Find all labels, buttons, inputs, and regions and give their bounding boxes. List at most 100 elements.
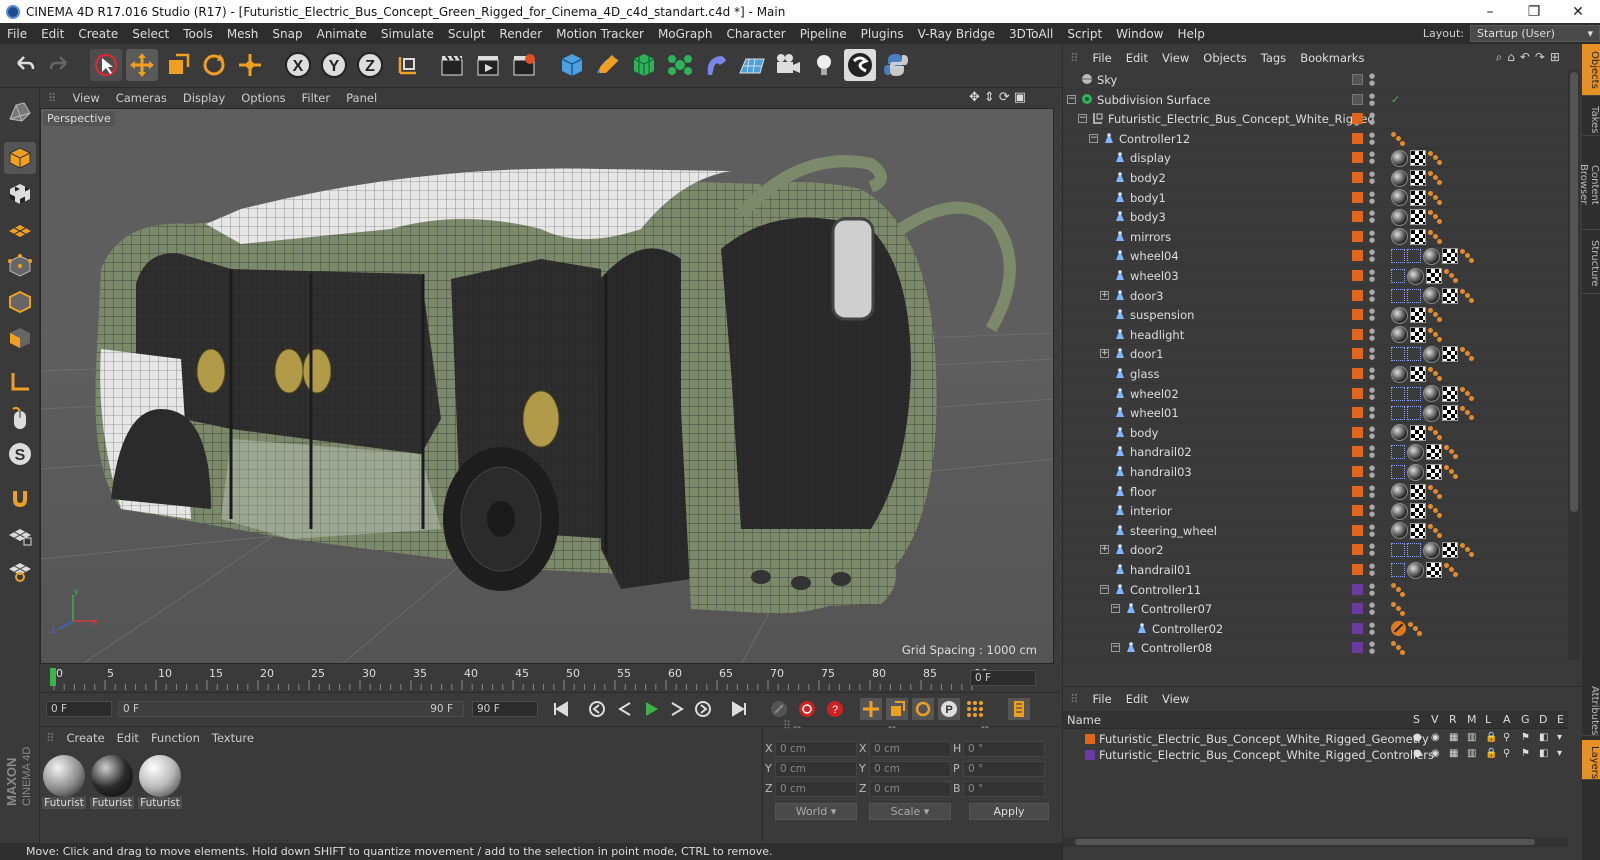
layer-color-swatch[interactable] bbox=[1352, 485, 1363, 497]
ik-tag-icon[interactable] bbox=[1391, 131, 1405, 146]
layer-color-swatch[interactable] bbox=[1352, 270, 1363, 281]
menu-motion-tracker[interactable]: Motion Tracker bbox=[549, 27, 651, 41]
material-swatch[interactable]: Futurist bbox=[90, 755, 134, 811]
object-name[interactable]: Controller07 bbox=[1141, 602, 1212, 616]
layer-color-swatch[interactable] bbox=[1352, 211, 1363, 223]
object-row[interactable]: − Controller11 ● ● bbox=[1063, 580, 1568, 600]
layer-horizontal-scrollbar[interactable] bbox=[1063, 837, 1568, 847]
ik-tag-icon[interactable] bbox=[1460, 386, 1474, 401]
ik-tag-icon[interactable] bbox=[1428, 190, 1442, 205]
menu-animate[interactable]: Animate bbox=[310, 27, 374, 41]
uvw-tag-icon[interactable] bbox=[1410, 522, 1426, 539]
cube-primitive-button[interactable] bbox=[556, 49, 588, 81]
visibility-dots-icon[interactable]: ● ● bbox=[1369, 425, 1375, 440]
object-name[interactable]: Sky bbox=[1097, 73, 1117, 87]
layer-column-v[interactable]: V bbox=[1431, 713, 1439, 726]
selection-tag-icon[interactable] bbox=[1407, 249, 1421, 264]
light-button[interactable] bbox=[808, 49, 840, 81]
layer-color-swatch[interactable] bbox=[1352, 505, 1363, 517]
coord-value-field[interactable]: 0 ° bbox=[963, 781, 1045, 797]
layer-color-swatch[interactable] bbox=[1352, 544, 1363, 556]
object-name[interactable]: Controller02 bbox=[1152, 622, 1223, 636]
layer-column-a[interactable]: A bbox=[1503, 713, 1511, 726]
uvw-tag-icon[interactable] bbox=[1410, 150, 1426, 167]
texture-tag-icon[interactable] bbox=[1423, 404, 1440, 422]
viewport-menu-display[interactable]: Display bbox=[175, 91, 233, 105]
selection-tag-icon[interactable] bbox=[1391, 386, 1405, 401]
menu-mograph[interactable]: MoGraph bbox=[651, 27, 720, 41]
key-rotation-button[interactable] bbox=[912, 698, 934, 720]
selection-tag-icon[interactable] bbox=[1391, 563, 1405, 577]
object-row[interactable]: − Controller08 ● ● bbox=[1063, 638, 1568, 659]
key-scale-button[interactable] bbox=[886, 698, 908, 720]
collapse-icon[interactable]: − bbox=[1111, 604, 1120, 614]
next-keyframe-button[interactable] bbox=[692, 698, 714, 720]
layer-toggle-icon[interactable]: ▦ bbox=[1449, 732, 1458, 743]
object-row[interactable]: steering_wheel ● ● bbox=[1063, 521, 1568, 541]
layer-color-swatch[interactable] bbox=[1352, 152, 1363, 164]
rotate-tool-button[interactable] bbox=[198, 49, 230, 81]
layer-column-l[interactable]: L bbox=[1485, 713, 1491, 726]
object-row[interactable]: body2 ● ● bbox=[1063, 168, 1568, 188]
visibility-dots-icon[interactable]: ● ● bbox=[1369, 190, 1375, 205]
object-row[interactable]: handrail03 ● ● bbox=[1063, 462, 1568, 482]
objects-menu-objects[interactable]: Objects bbox=[1196, 51, 1253, 65]
menu-pipeline[interactable]: Pipeline bbox=[793, 27, 854, 41]
selection-tag-icon[interactable] bbox=[1407, 386, 1421, 401]
object-row[interactable]: − Controller07 ● ● bbox=[1063, 599, 1568, 620]
layer-color-swatch[interactable] bbox=[1352, 250, 1363, 262]
visibility-dots-icon[interactable]: ● ● bbox=[1369, 131, 1375, 146]
key-parameter-button[interactable]: P bbox=[938, 698, 960, 720]
ik-tag-icon[interactable] bbox=[1391, 582, 1405, 597]
uvw-tag-icon[interactable] bbox=[1426, 562, 1442, 578]
menu-create[interactable]: Create bbox=[71, 27, 125, 41]
visibility-dots-icon[interactable]: ● ● bbox=[1369, 367, 1375, 381]
visibility-dots-icon[interactable]: ● ● bbox=[1369, 543, 1375, 557]
autokey-button[interactable]: ? bbox=[824, 698, 846, 720]
ik-tag-icon[interactable] bbox=[1428, 229, 1442, 244]
layer-toggle-icon[interactable]: ▥ bbox=[1467, 732, 1476, 743]
object-row[interactable]: headlight ● ● bbox=[1063, 325, 1568, 345]
menu-help[interactable]: Help bbox=[1170, 27, 1211, 41]
viewport-menu-filter[interactable]: Filter bbox=[294, 91, 338, 105]
texture-tag-icon[interactable] bbox=[1423, 541, 1440, 559]
menu-window[interactable]: Window bbox=[1109, 27, 1170, 41]
texture-tag-icon[interactable] bbox=[1391, 228, 1408, 246]
uvw-tag-icon[interactable] bbox=[1426, 444, 1442, 461]
planar-workplane-button[interactable] bbox=[4, 554, 36, 586]
object-name[interactable]: display bbox=[1130, 151, 1171, 165]
side-tab-attributes[interactable]: Attributes bbox=[1582, 680, 1600, 736]
texture-tag-icon[interactable] bbox=[1391, 208, 1408, 226]
texture-tag-icon[interactable] bbox=[1407, 561, 1424, 579]
object-row[interactable]: wheel03 ● ● bbox=[1063, 266, 1568, 286]
menu-render[interactable]: Render bbox=[492, 27, 549, 41]
points-mode-button[interactable] bbox=[4, 250, 36, 282]
enable-snap-button[interactable] bbox=[4, 482, 36, 514]
object-name[interactable]: wheel04 bbox=[1130, 249, 1179, 263]
layer-column-e[interactable]: E bbox=[1557, 713, 1564, 726]
coord-value-field[interactable]: 0 ° bbox=[963, 741, 1045, 757]
side-tab-structure[interactable]: Structure bbox=[1582, 234, 1600, 294]
layer-column-s[interactable]: S bbox=[1413, 713, 1420, 726]
viewport-menu-view[interactable]: View bbox=[64, 91, 107, 105]
visibility-dots-icon[interactable]: ● ● bbox=[1369, 386, 1375, 401]
uvw-tag-icon[interactable] bbox=[1426, 464, 1442, 480]
end-frame-field[interactable]: 90 F bbox=[472, 701, 538, 717]
coordinate-mode-dropdown[interactable]: World ▾ bbox=[775, 803, 857, 820]
object-row[interactable]: body ● ● bbox=[1063, 423, 1568, 443]
object-row[interactable]: handrail02 ● ● bbox=[1063, 442, 1568, 463]
checkmark-icon[interactable]: ✓ bbox=[1391, 93, 1400, 106]
layer-color-swatch[interactable] bbox=[1352, 172, 1363, 183]
viewport-menu-cameras[interactable]: Cameras bbox=[108, 91, 175, 105]
object-row[interactable]: body3 ● ● bbox=[1063, 207, 1568, 228]
side-tab-layers[interactable]: Layers bbox=[1582, 740, 1600, 780]
workplane-mode-button[interactable] bbox=[4, 214, 36, 246]
redo-button[interactable] bbox=[44, 49, 76, 81]
collapse-icon[interactable]: − bbox=[1100, 584, 1109, 594]
sketch-toon-button[interactable] bbox=[844, 49, 876, 81]
restore-button[interactable]: ❐ bbox=[1512, 4, 1556, 20]
z-axis-button[interactable]: Z bbox=[354, 49, 386, 81]
object-name[interactable]: interior bbox=[1130, 504, 1172, 518]
expand-icon[interactable]: + bbox=[1100, 349, 1109, 359]
transform-tool-button[interactable] bbox=[234, 49, 266, 81]
